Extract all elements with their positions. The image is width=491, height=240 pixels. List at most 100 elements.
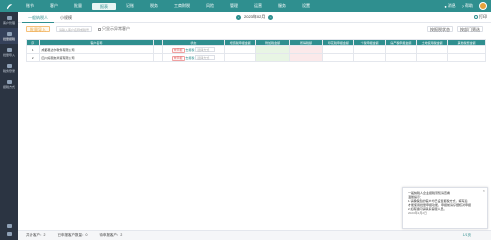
messages-button[interactable]: ● 消息 — [444, 3, 455, 9]
customer-name: 四川好朋友商贸有限公司 — [41, 55, 75, 60]
sidebar: 客户管理批量报税批量导入税务登录报税方式 — [0, 12, 18, 240]
period-switcher: ‹ 2023年02月 › — [236, 14, 274, 20]
sidebar-item-label: 批量报税 — [2, 36, 15, 41]
batch-import-button[interactable]: 批量导入 — [26, 26, 50, 32]
sidebar-item-icon — [6, 31, 12, 36]
logo-icon — [6, 3, 12, 9]
toolbar: 批量导入 请输入客户名称或税号 只显示异常客户 按报税状态 按部门筛选 — [18, 23, 491, 35]
nav-item-1[interactable]: 客户 — [42, 0, 66, 12]
tab-small-scale[interactable]: 小规模 — [54, 12, 78, 23]
status-footer: 共计客户：2 已申报客户数量：0 待申报客户：2 1/1页 — [18, 230, 491, 240]
tab-general-taxpayer[interactable]: 一般纳税人 — [22, 12, 54, 23]
table-row[interactable]: 2 四川好朋友商贸有限公司 未申报 去报税 选择方式 — [26, 53, 486, 62]
nav-item-5[interactable]: 税务 — [142, 0, 166, 12]
customer-name: 成都易达尔软件有限公司 — [41, 47, 75, 52]
pending-count: 待申报客户：2 — [99, 233, 123, 237]
declare-link[interactable]: 去报税 — [185, 48, 194, 52]
table-row[interactable]: 1 成都易达尔软件有限公司 未申报 去报税 选择方式 — [26, 45, 486, 54]
menu-collapse-icon[interactable] — [6, 232, 12, 236]
table-cell — [384, 53, 418, 62]
avatar[interactable] — [479, 2, 487, 10]
table-cell — [447, 53, 486, 62]
nav-item-7[interactable]: 风险 — [198, 0, 222, 12]
declared-count: 已申报客户数量：0 — [57, 233, 88, 237]
table-cell — [153, 45, 163, 54]
nav-item-8[interactable]: 管理 — [222, 0, 246, 12]
row-index: 2 — [31, 55, 34, 60]
nav-item-3[interactable]: 报表 — [92, 2, 116, 10]
table-cell — [153, 53, 163, 62]
sidebar-item-icon — [6, 15, 12, 20]
table-cell — [288, 53, 324, 62]
tab-bar: 一般纳税人 小规模 ‹ 2023年02月 › 打印 — [18, 12, 491, 23]
table-cell — [384, 45, 418, 54]
row-index: 1 — [31, 47, 34, 52]
app-logo[interactable] — [0, 0, 18, 12]
nav-item-10[interactable]: 服务 — [270, 0, 294, 12]
table-cell: 未申报 去报税 选择方式 — [161, 45, 226, 54]
sidebar-item-4[interactable]: 报税方式 — [0, 76, 18, 92]
help-icon: ? — [461, 3, 464, 9]
notice-popup: × 一般纳税人企业报税须知请查看 温馨提示： 1.请确保您的客户均已设置报税方式，填… — [402, 187, 488, 229]
status-badge: 未申报 — [171, 55, 185, 61]
sidebar-item-label: 税务登录 — [2, 68, 15, 73]
nav-item-2[interactable]: 批量 — [66, 0, 90, 12]
pager[interactable]: 1/1页 — [463, 233, 491, 238]
table-cell — [255, 45, 290, 54]
toolbar-filters: 按报税状态 按部门筛选 — [427, 26, 483, 32]
sidebar-item-1[interactable]: 批量报税 — [0, 28, 18, 44]
sidebar-item-icon — [6, 47, 12, 52]
nav-right: ● 消息 ? 帮助 — [444, 2, 491, 10]
sidebar-item-0[interactable]: 客户管理 — [0, 12, 18, 28]
table-cell — [353, 45, 386, 54]
tax-table: 序客户名称 状态 增值税申报金额 附加税金额 所得税额 印花税申报金额 个税申报金额 房产税申… — [26, 39, 486, 62]
status-badge: 未申报 — [171, 47, 185, 53]
sidebar-bottom — [0, 224, 18, 236]
table-cell — [255, 53, 290, 62]
table-cell — [224, 53, 257, 62]
status-filter-select[interactable]: 按报税状态 — [427, 26, 453, 32]
headset-icon[interactable] — [6, 224, 12, 228]
method-select[interactable]: 选择方式 — [195, 54, 216, 60]
prev-period-button[interactable]: ‹ — [236, 14, 241, 20]
help-label: 帮助 — [465, 3, 473, 8]
bell-icon: ● — [444, 3, 447, 9]
table-cell — [288, 45, 324, 54]
table-cell: 成都易达尔软件有限公司 — [38, 45, 155, 54]
checkbox-label: 只显示异常客户 — [102, 26, 130, 31]
print-button[interactable]: 打印 — [474, 14, 487, 20]
sidebar-item-icon — [6, 63, 12, 68]
table-cell: 未申报 去报税 选择方式 — [161, 53, 226, 62]
table-cell — [447, 45, 486, 54]
nav-item-9[interactable]: 运营 — [246, 0, 270, 12]
method-select[interactable]: 选择方式 — [195, 46, 216, 52]
search-input[interactable]: 请输入客户名称或税号 — [56, 26, 92, 32]
abnormal-only-checkbox[interactable]: 只显示异常客户 — [98, 26, 130, 32]
table-cell — [416, 45, 449, 54]
nav-item-6[interactable]: 工商财税 — [166, 0, 198, 12]
period-label: 2023年02月 — [244, 14, 266, 19]
table-cell — [224, 45, 257, 54]
print-label: 打印 — [479, 14, 487, 19]
sidebar-item-label: 报税方式 — [2, 84, 15, 89]
close-icon[interactable]: × — [483, 189, 485, 193]
help-button[interactable]: ? 帮助 — [462, 3, 473, 9]
declare-link[interactable]: 去报税 — [185, 56, 194, 60]
nav-item-11[interactable]: 设置 — [294, 0, 318, 12]
notice-date: 2023年2月2日 — [408, 211, 428, 215]
nav-item-0[interactable]: 账节 — [18, 0, 42, 12]
table-cell — [322, 53, 355, 62]
top-nav: 账节 客户 批量 报表 记账 税务 工商财税 风险 管理 运营 服务 设置 ● 消息 ? 帮助 — [0, 0, 491, 12]
table-cell — [353, 53, 386, 62]
sidebar-item-3[interactable]: 税务登录 — [0, 60, 18, 76]
total-customers: 共计客户：2 — [26, 233, 46, 237]
sidebar-item-2[interactable]: 批量导入 — [0, 44, 18, 60]
nav-item-4[interactable]: 记账 — [118, 0, 142, 12]
sidebar-item-icon — [6, 79, 12, 84]
department-filter-select[interactable]: 按部门筛选 — [457, 26, 483, 32]
checkbox-box — [98, 27, 101, 31]
sidebar-item-label: 批量导入 — [2, 52, 15, 57]
table-cell: 四川好朋友商贸有限公司 — [38, 53, 155, 62]
table-cell: 1 — [26, 45, 40, 54]
next-period-button[interactable]: › — [268, 14, 274, 20]
